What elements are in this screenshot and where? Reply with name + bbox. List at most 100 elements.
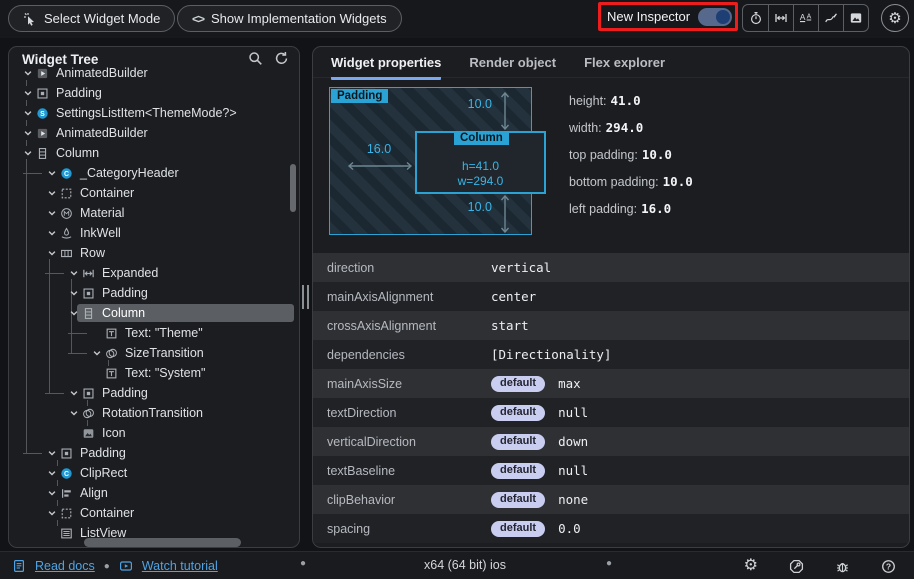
tree-connector-tee [45, 273, 64, 274]
report-bug-button[interactable] [835, 559, 850, 574]
chevron-down-icon[interactable] [21, 67, 35, 79]
settings-button[interactable]: ⚙ [744, 558, 758, 574]
tree-item-column[interactable]: Column [9, 143, 299, 163]
chevron-down-icon[interactable] [67, 267, 81, 279]
chevron-down-icon[interactable] [45, 227, 59, 239]
chevron-down-icon[interactable] [67, 307, 81, 319]
property-name: textBaseline [327, 464, 395, 478]
chevron-down-icon[interactable] [21, 127, 35, 139]
tree-item-settingslistitem-thememode-[interactable]: SSettingsListItem<ThemeMode?> [9, 103, 299, 123]
tree-item-label: Row [80, 246, 105, 260]
widget-tree-panel: Widget Tree AnimatedBuilderPaddingSSetti… [8, 46, 300, 548]
chevron-down-icon[interactable] [45, 207, 59, 219]
chevron-down-icon[interactable] [45, 247, 59, 259]
tree-item-sizetransition[interactable]: SizeTransition [9, 343, 299, 363]
tab-render-object[interactable]: Render object [469, 55, 556, 77]
top-toolbar: Select Widget Mode <> Show Implementatio… [0, 0, 914, 38]
property-value: 0.0 [558, 521, 581, 536]
chevron-down-icon[interactable] [45, 507, 59, 519]
chevron-down-icon[interactable] [45, 187, 59, 199]
show-implementation-widgets-button[interactable]: <> Show Implementation Widgets [177, 5, 402, 32]
help-button[interactable]: ? [881, 559, 896, 574]
read-docs-link[interactable]: Read docs [35, 559, 95, 573]
property-value: null [558, 405, 588, 420]
tree-item-container[interactable]: Container [9, 503, 299, 523]
chevron-down-icon[interactable] [90, 347, 104, 359]
class-badge-c-icon: C [59, 167, 74, 180]
size-property: left padding:16.0 [569, 201, 693, 228]
tree-horizontal-scrollbar-thumb[interactable] [84, 538, 241, 547]
container-icon [59, 187, 74, 200]
tree-connector-elbow [68, 353, 87, 354]
tree-item-material[interactable]: Material [9, 203, 299, 223]
chevron-down-icon[interactable] [45, 467, 59, 479]
highlight-oversized-images-button[interactable] [843, 5, 868, 31]
help-icon: ? [881, 559, 896, 574]
chevron-down-icon[interactable] [21, 87, 35, 99]
property-name: textDirection [327, 406, 396, 420]
tree-item-label: Icon [102, 426, 126, 440]
settings-icon: ⚙ [744, 558, 758, 574]
tree-item-row[interactable]: Row [9, 243, 299, 263]
svg-text:C: C [64, 170, 69, 177]
watch-tutorial-link[interactable]: Watch tutorial [142, 559, 218, 573]
tree-item-animatedbuilder[interactable]: AnimatedBuilder [9, 63, 299, 83]
new-inspector-toggle[interactable] [698, 8, 732, 26]
tab-widget-properties[interactable]: Widget properties [331, 55, 441, 80]
show-guidelines-button[interactable] [768, 5, 793, 31]
property-name: crossAxisAlignment [327, 319, 436, 333]
chevron-down-icon[interactable] [67, 287, 81, 299]
chevron-down-icon[interactable] [21, 107, 35, 119]
chevron-down-icon[interactable] [45, 487, 59, 499]
tree-item--categoryheader[interactable]: C _CategoryHeader [9, 163, 299, 183]
tree-item-cliprect[interactable]: CClipRect [9, 463, 299, 483]
tree-connector-elbow [45, 393, 64, 394]
tree-item-align[interactable]: Align [9, 483, 299, 503]
widget-properties-table: directionverticalmainAxisAlignmentcenter… [313, 253, 909, 543]
tree-item-padding[interactable]: Padding [9, 383, 299, 403]
tree-item-icon[interactable]: Icon [9, 423, 299, 443]
devtools-extensions-button[interactable] [789, 559, 804, 574]
show-implementation-widgets-label: Show Implementation Widgets [211, 11, 387, 26]
column-width-text: w=294.0 [417, 174, 544, 188]
widget-tree-list: AnimatedBuilderPaddingSSettingsListItem<… [9, 63, 299, 547]
tree-item-padding[interactable]: Padding [9, 283, 299, 303]
tree-item-label: SettingsListItem<ThemeMode?> [56, 106, 237, 120]
gear-icon: ⚙ [888, 11, 901, 26]
panel-splitter-handle[interactable] [302, 285, 311, 309]
inspector-settings-button[interactable]: ⚙ [881, 4, 909, 32]
tree-item-padding[interactable]: Padding [9, 443, 299, 463]
highlight-repaints-button[interactable] [818, 5, 843, 31]
tree-item-padding[interactable]: Padding [9, 83, 299, 103]
chevron-down-icon[interactable] [67, 387, 81, 399]
tree-item-container[interactable]: Container [9, 183, 299, 203]
widget-details-panel: Widget properties Render object Flex explo… [312, 46, 910, 548]
chevron-down-icon[interactable] [21, 147, 35, 159]
chevron-down-icon[interactable] [45, 447, 59, 459]
tree-connector-tee [23, 173, 42, 174]
tree-item-label: AnimatedBuilder [56, 66, 148, 80]
tree-item-inkwell[interactable]: InkWell [9, 223, 299, 243]
property-row-direction: directionvertical [313, 253, 909, 282]
padding-icon [35, 87, 50, 100]
tree-item-text-theme-[interactable]: Text: "Theme" [9, 323, 299, 343]
property-name: verticalDirection [327, 435, 416, 449]
property-row-verticalDirection: verticalDirectiondefaultdown [313, 427, 909, 456]
top-padding-value: 10.0 [448, 97, 492, 111]
text-icon [104, 367, 119, 380]
select-widget-mode-button[interactable]: Select Widget Mode [8, 5, 175, 32]
tab-flex-explorer[interactable]: Flex explorer [584, 55, 665, 77]
tree-item-column[interactable]: Column [9, 303, 299, 323]
chevron-down-icon[interactable] [21, 547, 35, 548]
tree-item-rotationtransition[interactable]: RotationTransition [9, 403, 299, 423]
chevron-down-icon[interactable] [45, 167, 59, 179]
tree-item-label: _CategoryHeader [80, 166, 179, 180]
chevron-down-icon[interactable] [67, 407, 81, 419]
tree-item-text-system-[interactable]: Text: "System" [9, 363, 299, 383]
tree-item-expanded[interactable]: Expanded [9, 263, 299, 283]
tree-vertical-scrollbar-thumb[interactable] [290, 164, 296, 212]
tree-item-animatedbuilder[interactable]: AnimatedBuilder [9, 123, 299, 143]
show-baselines-button[interactable]: AA [793, 5, 818, 31]
select-widget-mode-label: Select Widget Mode [44, 11, 160, 26]
slow-animations-button[interactable] [743, 5, 768, 31]
